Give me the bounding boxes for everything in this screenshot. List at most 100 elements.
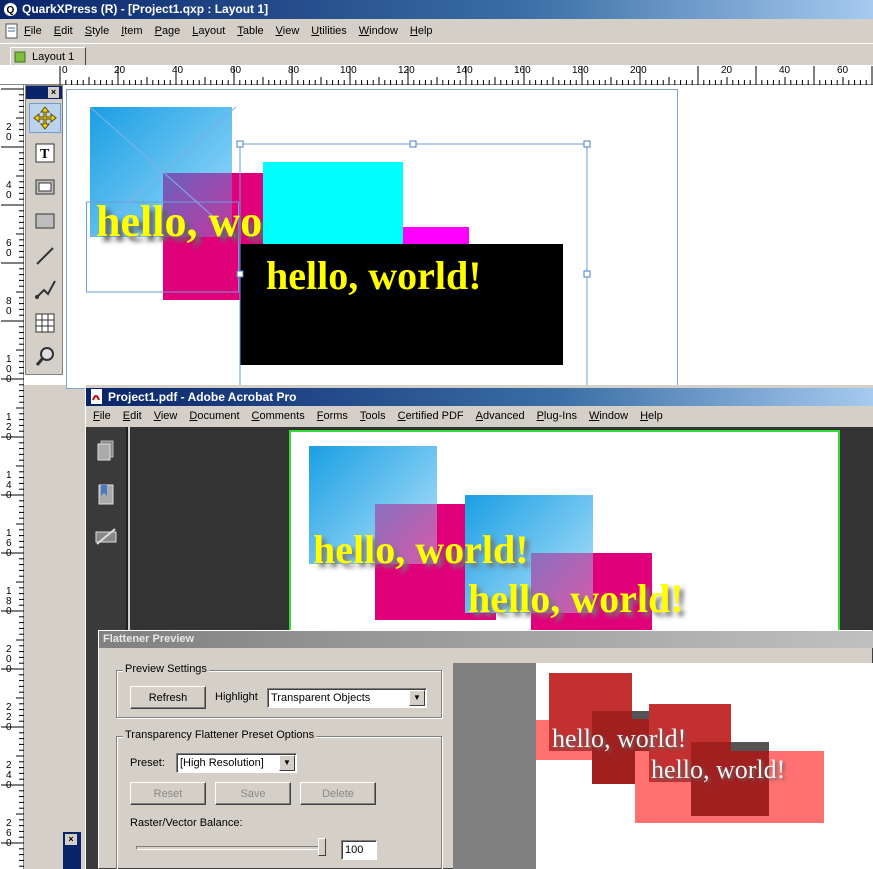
ruler-h-label-60: 60 [230, 65, 242, 76]
quark-menu-window[interactable]: Window [353, 25, 404, 37]
document-icon[interactable] [4, 23, 20, 39]
ruler-h-label-100: 100 [340, 65, 357, 76]
ruler-v-label: 2 2 0 [6, 702, 12, 733]
acrobat-menu-view[interactable]: View [148, 410, 184, 422]
svg-text:T: T [40, 147, 50, 162]
acrobat-menu-file[interactable]: File [87, 410, 117, 422]
preview-hello-text-2: hello, world! [651, 755, 786, 784]
layout-tab-bar: Layout 1 [0, 43, 873, 66]
raster-vector-value: 100 [345, 844, 364, 856]
zoom-tool[interactable] [29, 341, 61, 371]
acrobat-menu-forms[interactable]: Forms [311, 410, 354, 422]
pdf-file-icon [91, 389, 102, 404]
acrobat-menu-advanced[interactable]: Advanced [470, 410, 531, 422]
quark-menu-file[interactable]: File [18, 25, 48, 37]
text-tool-icon: T [35, 143, 55, 163]
chevron-down-icon: ▼ [279, 755, 295, 771]
ruler-v-label: 2 0 0 [6, 644, 12, 675]
quark-menubar: File Edit Style Item Page Layout Table V… [0, 21, 873, 41]
quark-menu-help[interactable]: Help [404, 25, 439, 37]
preset-options-label: Transparency Flattener Preset Options [123, 729, 317, 741]
flattener-title: Flattener Preview [103, 633, 195, 645]
acrobat-menu-window[interactable]: Window [583, 410, 634, 422]
quark-menu-edit[interactable]: Edit [48, 25, 79, 37]
ruler-v-label: 2 0 [6, 122, 12, 143]
acrobat-menu-document[interactable]: Document [183, 410, 245, 422]
rectangle-tool-icon [35, 213, 55, 229]
quark-tools-palette: × T [25, 85, 63, 375]
signatures-panel-icon[interactable] [93, 524, 119, 550]
quark-menu-layout[interactable]: Layout [186, 25, 231, 37]
horizontal-ruler-ticks [59, 66, 873, 85]
refresh-button[interactable]: Refresh [130, 686, 206, 709]
picture-box-tool[interactable] [29, 172, 61, 202]
chevron-down-icon: ▼ [409, 690, 425, 706]
quark-selection-frame[interactable] [236, 140, 592, 390]
move-tool-icon [33, 106, 57, 130]
ruler-v-label: 2 4 0 [6, 760, 12, 791]
layout-tab[interactable]: Layout 1 [10, 47, 86, 66]
acrobat-menu-edit[interactable]: Edit [117, 410, 148, 422]
acrobat-menu-tools[interactable]: Tools [354, 410, 392, 422]
rectangle-tool[interactable] [29, 206, 61, 236]
text-tool[interactable]: T [29, 138, 61, 168]
acrobat-menubar: File Edit View Document Comments Forms T… [86, 406, 873, 426]
ruler-h-label-60b: 60 [837, 65, 849, 76]
picture-box-tool-icon [35, 179, 55, 195]
zoom-tool-icon [35, 347, 54, 366]
quark-menu-view[interactable]: View [270, 25, 306, 37]
svg-text:Q: Q [7, 5, 15, 16]
preview-hello-text-1: hello, world! [552, 724, 687, 753]
ruler-h-label-140: 140 [456, 65, 473, 76]
quark-menu-utilities[interactable]: Utilities [305, 25, 352, 37]
ruler-v-label: 6 0 [6, 238, 12, 259]
quark-menu-style[interactable]: Style [79, 25, 115, 37]
ruler-h-label-20b: 20 [721, 65, 733, 76]
ruler-v-label: 1 6 0 [6, 528, 12, 559]
bezier-pen-tool[interactable] [29, 274, 61, 304]
acrobat-title-bar: Project1.pdf - Adobe Acrobat Pro [86, 388, 873, 406]
delete-button[interactable]: Delete [300, 782, 376, 805]
save-button[interactable]: Save [215, 782, 291, 805]
reset-button[interactable]: Reset [130, 782, 206, 805]
highlight-dropdown[interactable]: Transparent Objects ▼ [267, 688, 427, 708]
acrobat-menu-plugins[interactable]: Plug-Ins [531, 410, 583, 422]
layout-tab-icon [14, 51, 26, 62]
acrobat-menu-certified-pdf[interactable]: Certified PDF [392, 410, 470, 422]
ruler-v-label: 1 2 0 [6, 412, 12, 443]
ruler-h-label-80: 80 [288, 65, 300, 76]
acrobat-menu-comments[interactable]: Comments [246, 410, 311, 422]
pdf-hello-text-1: hello, world! [313, 527, 529, 572]
ruler-h-label-180: 180 [572, 65, 589, 76]
raster-vector-input[interactable]: 100 [341, 840, 377, 860]
flattener-title-bar: Flattener Preview [99, 631, 873, 648]
ruler-v-label: 2 6 0 [6, 818, 12, 849]
preset-dropdown-value: [High Resolution] [180, 757, 264, 769]
ruler-v-label: 1 8 0 [6, 586, 12, 617]
line-tool[interactable] [29, 241, 61, 271]
acrobat-menu-help[interactable]: Help [634, 410, 669, 422]
ruler-v-label: 1 0 0 [6, 354, 12, 385]
quark-menu-page[interactable]: Page [149, 25, 187, 37]
layout-tab-label: Layout 1 [32, 50, 75, 63]
vertical-ruler: 2 0 4 0 6 0 8 0 1 0 0 1 2 0 1 4 0 1 6 0 1 8 0 2 0… [0, 85, 24, 869]
bookmarks-panel-icon[interactable] [93, 482, 119, 508]
highlight-dropdown-value: Transparent Objects [271, 692, 371, 704]
preset-label: Preset: [130, 757, 165, 769]
pages-panel-icon[interactable] [93, 438, 119, 464]
tools-palette-close-icon[interactable]: × [48, 87, 59, 98]
preset-dropdown[interactable]: [High Resolution] ▼ [176, 753, 297, 773]
highlight-label: Highlight [215, 691, 258, 703]
table-tool[interactable] [29, 308, 61, 338]
raster-vector-slider-thumb[interactable] [318, 838, 326, 856]
ruler-h-label-20: 20 [114, 65, 126, 76]
quark-menu-item[interactable]: Item [115, 25, 148, 37]
quark-app-icon: Q [4, 3, 17, 16]
raster-vector-label: Raster/Vector Balance: [130, 817, 243, 829]
quark-menu-table[interactable]: Table [231, 25, 269, 37]
raster-vector-slider-track[interactable] [136, 846, 326, 850]
ruler-v-label: 1 4 0 [6, 470, 12, 501]
table-tool-icon [35, 313, 55, 333]
move-tool[interactable] [29, 103, 61, 133]
collapsed-palette-close-icon[interactable]: × [65, 834, 77, 845]
